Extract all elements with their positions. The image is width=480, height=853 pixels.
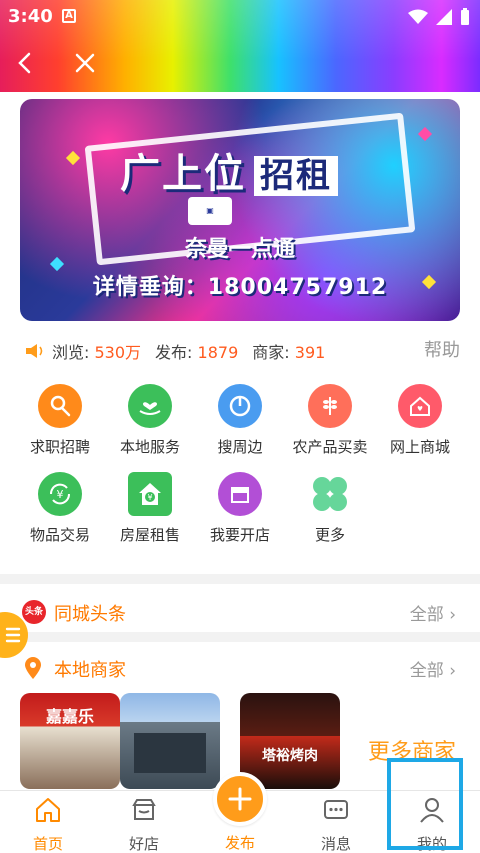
posts-stat: 发布: 1879 [155, 339, 238, 363]
svg-text:¥: ¥ [57, 488, 64, 501]
tab-label: 首页 [32, 835, 63, 853]
tab-publish-button[interactable] [213, 772, 267, 826]
section-divider [0, 574, 480, 584]
views-label: 浏览: [52, 343, 90, 362]
merchants-stat: 商家: 391 [252, 339, 325, 363]
service-nearby[interactable]: 搜周边 [194, 384, 286, 464]
service-job[interactable]: 求职招聘 [14, 384, 106, 464]
speaker-icon [26, 344, 43, 358]
service-label: 搜周边 [217, 438, 263, 456]
tab-messages[interactable]: 消息 [288, 795, 384, 853]
promo-banner[interactable]: 广上位 招租 ▣ 奈曼一点通 详情垂询：18004757912 [20, 99, 460, 321]
house-yen-icon: ¥ [128, 472, 172, 516]
merchants-section[interactable]: 本地商家 全部 › [0, 646, 480, 690]
tab-label: 消息 [320, 835, 351, 853]
stats-row: 浏览: 530万 发布: 1879 商家: 391 [26, 339, 466, 363]
headlines-title: 同城头条 [54, 604, 126, 625]
nav-bar [0, 40, 480, 90]
service-mall[interactable]: 网上商城 [374, 384, 466, 464]
shop-building-window [134, 733, 206, 773]
spark-decoration [65, 150, 81, 166]
tab-shops[interactable]: 好店 [96, 795, 192, 853]
svg-text:¥: ¥ [147, 493, 152, 502]
service-label: 网上商城 [389, 438, 450, 456]
shop-sign: 塔裕烤肉 [262, 748, 318, 764]
service-open-shop[interactable]: 我要开店 [194, 472, 286, 552]
service-housing[interactable]: ¥ 房屋租售 [104, 472, 196, 552]
service-local[interactable]: 本地服务 [104, 384, 196, 464]
headlines-section[interactable]: 头条 同城头条 全部 › [0, 590, 480, 634]
section-divider [0, 632, 480, 642]
merchants-label: 商家: [252, 343, 290, 362]
status-time: 3:40 [8, 6, 53, 27]
merchants-title: 本地商家 [54, 660, 126, 681]
chevron-right-icon: › [449, 605, 456, 625]
yen-exchange-icon: ¥ [38, 472, 82, 516]
location-pin-icon [25, 657, 41, 679]
posts-value: 1879 [197, 343, 239, 362]
home-icon [36, 798, 60, 822]
status-bar: 3:40 A [0, 0, 480, 34]
help-link[interactable]: 帮助 [424, 336, 460, 362]
service-more[interactable]: 更多 [284, 472, 376, 552]
shop-icon [132, 799, 156, 820]
banner-title-text: 广上位 [120, 151, 246, 197]
merchants-value: 391 [294, 343, 326, 362]
views-value: 530万 [94, 343, 142, 362]
headlines-more-label: 全部 [409, 605, 444, 625]
person-search-icon [38, 384, 82, 428]
tab-home[interactable]: 首页 [0, 795, 96, 853]
tab-publish-label: 发布 [224, 834, 255, 852]
shop-sign: 嘉嘉乐 [45, 707, 94, 726]
banner-logo: ▣ [188, 197, 232, 225]
back-icon[interactable] [10, 48, 40, 78]
wifi-icon [408, 9, 428, 24]
shop-card[interactable] [120, 693, 220, 789]
tab-label: 好店 [128, 835, 159, 853]
headline-badge-icon: 头条 [22, 600, 46, 624]
signal-icon [436, 9, 452, 25]
chevron-right-icon: › [449, 661, 456, 681]
menu-icon [5, 627, 21, 643]
highlight-box [387, 758, 463, 850]
service-label: 更多 [314, 526, 345, 544]
clover-icon [308, 472, 352, 516]
shop-card[interactable]: 嘉嘉乐 [20, 693, 120, 789]
service-label: 农产品买卖 [292, 438, 368, 456]
banner-phone: 详情垂询：18004757912 [92, 275, 388, 300]
close-icon[interactable] [70, 48, 100, 78]
service-label: 求职招聘 [29, 438, 90, 456]
storefront-icon [218, 472, 262, 516]
hand-heart-icon [128, 384, 172, 428]
banner-title: 广上位 招租 [120, 141, 338, 199]
message-icon [324, 800, 348, 819]
wheat-icon [308, 384, 352, 428]
location-dial-icon [218, 384, 262, 428]
status-indicator: A [62, 9, 76, 23]
service-label: 我要开店 [209, 526, 270, 544]
battery-icon [461, 8, 469, 25]
posts-label: 发布: [155, 343, 193, 362]
merchants-more-link[interactable]: 全部 › [410, 656, 456, 681]
views-stat: 浏览: 530万 [52, 339, 141, 363]
spark-decoration [417, 126, 433, 142]
house-heart-icon [398, 384, 442, 428]
headlines-more-link[interactable]: 全部 › [410, 600, 456, 625]
status-icons [408, 8, 470, 26]
service-label: 房屋租售 [119, 526, 180, 544]
service-trade[interactable]: ¥ 物品交易 [14, 472, 106, 552]
service-label: 物品交易 [29, 526, 90, 544]
service-farm[interactable]: 农产品买卖 [284, 384, 376, 464]
banner-subtitle: 奈曼一点通 [184, 237, 295, 262]
merchants-more-label: 全部 [409, 661, 444, 681]
banner-title-accent: 招租 [254, 156, 338, 196]
plus-icon [228, 787, 252, 811]
shop-card[interactable]: 塔裕烤肉 [240, 693, 340, 789]
service-label: 本地服务 [119, 438, 180, 456]
